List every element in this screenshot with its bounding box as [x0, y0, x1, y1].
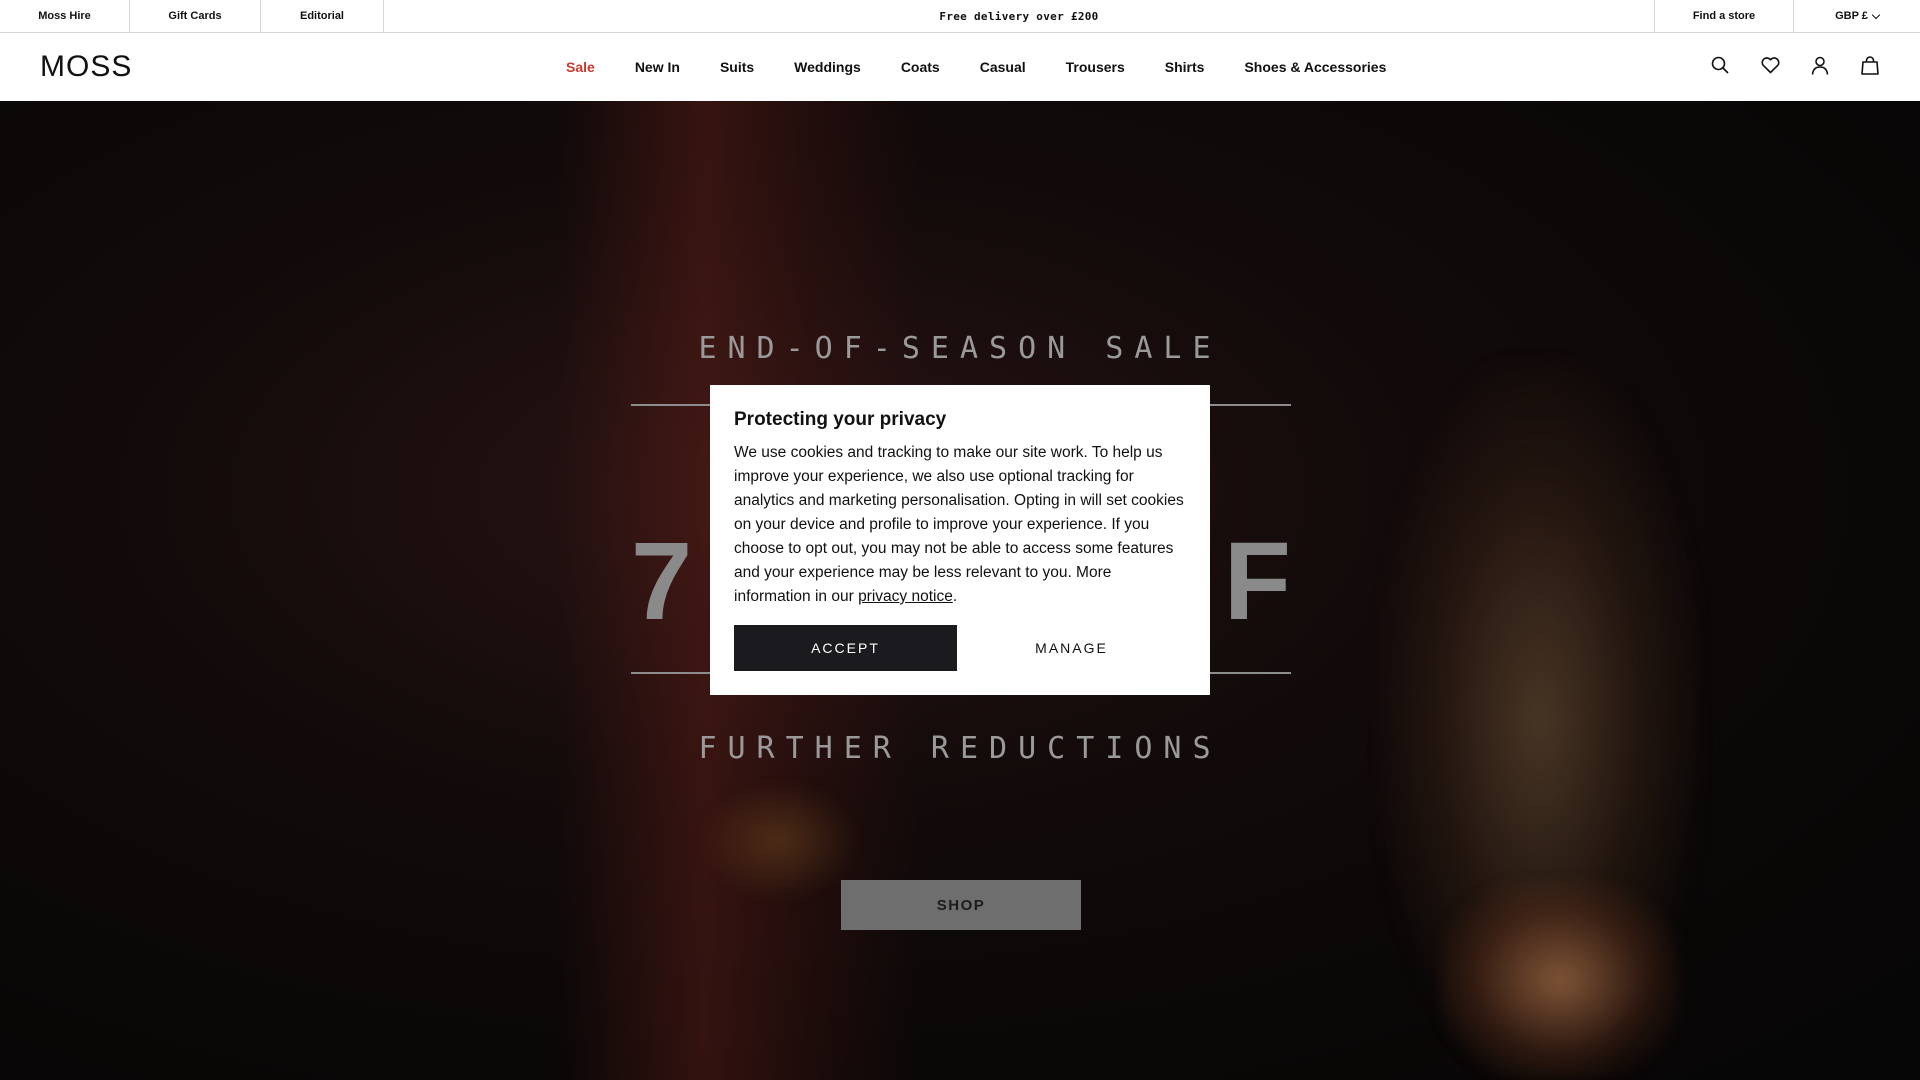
utility-bar: Moss Hire Gift Cards Editorial Free deli… — [0, 0, 1920, 33]
privacy-notice-link[interactable]: privacy notice — [858, 588, 953, 605]
header-icons — [1710, 55, 1880, 75]
modal-body: We use cookies and tracking to make our … — [734, 441, 1186, 609]
chevron-down-icon — [1871, 10, 1881, 19]
logo[interactable]: MOSS — [40, 50, 132, 84]
modal-body-end: . — [952, 588, 958, 605]
hero-background-light-small — [700, 781, 860, 901]
accept-button[interactable]: ACCEPT — [734, 625, 957, 671]
moss-hire-link[interactable]: Moss Hire — [0, 0, 130, 32]
bag-icon[interactable] — [1860, 55, 1880, 75]
account-icon[interactable] — [1810, 55, 1830, 75]
heart-icon[interactable] — [1760, 55, 1780, 75]
hero-headline-right: F — [1223, 519, 1291, 643]
nav-item-suits[interactable]: Suits — [720, 59, 754, 75]
main-nav: Sale New In Suits Weddings Coats Casual … — [566, 33, 1426, 101]
nav-item-casual[interactable]: Casual — [980, 59, 1026, 75]
shop-button[interactable]: SHOP — [841, 880, 1081, 930]
nav-item-weddings[interactable]: Weddings — [794, 59, 861, 75]
nav-item-shirts[interactable]: Shirts — [1165, 59, 1205, 75]
nav-item-coats[interactable]: Coats — [901, 59, 940, 75]
nav-item-new-in[interactable]: New In — [635, 59, 680, 75]
gift-cards-link[interactable]: Gift Cards — [130, 0, 261, 32]
promo-banner: Free delivery over £200 — [939, 9, 1099, 23]
nav-item-shoes-accessories[interactable]: Shoes & Accessories — [1244, 59, 1386, 75]
search-icon[interactable] — [1710, 55, 1730, 75]
nav-item-trousers[interactable]: Trousers — [1066, 59, 1125, 75]
nav-item-sale[interactable]: Sale — [566, 59, 595, 75]
modal-actions: ACCEPT MANAGE — [734, 625, 1186, 671]
find-store-link[interactable]: Find a store — [1654, 0, 1793, 32]
manage-button[interactable]: MANAGE — [957, 625, 1186, 671]
hero-background-light — [1440, 881, 1680, 1080]
currency-label: GBP £ — [1835, 10, 1868, 22]
hero-subline: FURTHER REDUCTIONS — [698, 731, 1222, 766]
hero-headline-left: 7 — [631, 519, 693, 643]
editorial-link[interactable]: Editorial — [261, 0, 384, 32]
cookie-consent-modal: Protecting your privacy We use cookies a… — [710, 385, 1210, 695]
modal-body-text: We use cookies and tracking to make our … — [734, 444, 1184, 605]
hero-eyebrow: END-OF-SEASON SALE — [698, 331, 1222, 366]
modal-title: Protecting your privacy — [734, 409, 947, 430]
currency-selector[interactable]: GBP £ — [1793, 0, 1920, 32]
main-header: MOSS Sale New In Suits Weddings Coats Ca… — [0, 33, 1920, 101]
